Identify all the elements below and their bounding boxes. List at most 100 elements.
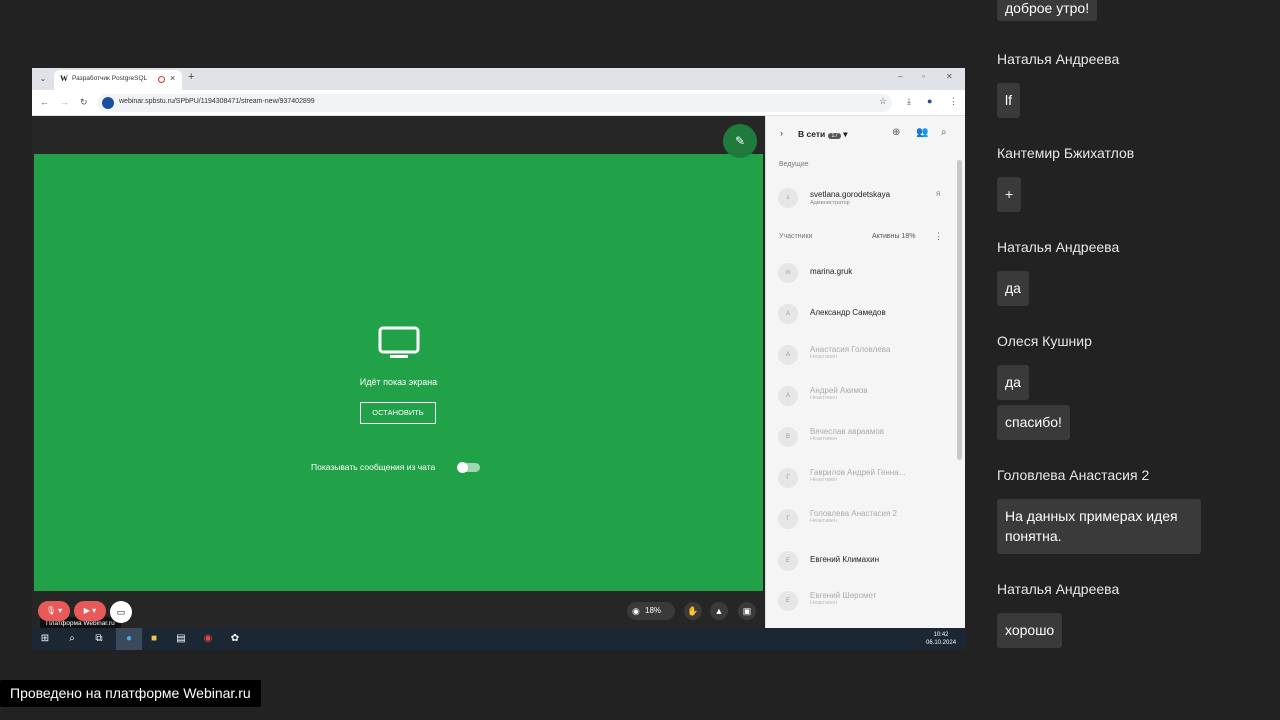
- participant-item[interactable]: А Александр Самедов: [778, 302, 948, 326]
- raise-hand-icon[interactable]: ✋: [684, 602, 702, 620]
- participant-status: Неактивен: [810, 436, 838, 442]
- chrome-icon[interactable]: ◉: [201, 632, 215, 646]
- webinar-favicon-icon: W: [60, 74, 68, 83]
- participant-item[interactable]: Г Головлева Анастасия 2 Неактивен: [778, 507, 948, 531]
- avatar: m: [778, 263, 798, 283]
- search-icon[interactable]: ⌕: [941, 127, 947, 138]
- tab-title: Разработчик PostgreSQL: [72, 75, 148, 82]
- participants-sidebar: › В сети 17 ▾ ⊕ 👥 ⌕ Ведущие s svetlana.go…: [765, 116, 965, 628]
- avatar: Г: [778, 509, 798, 529]
- clock-time: 10:42: [933, 632, 949, 638]
- reload-icon[interactable]: ↻: [80, 97, 88, 108]
- windows-taskbar: ⊞ ⌕ ⧉ ● ■ ▤ ◉ ✿ 10:42 06.10.2024: [32, 628, 965, 650]
- browser-tab-strip: ⌄ W Разработчик PostgreSQL × + – ▫ ✕: [32, 68, 965, 90]
- site-info-icon[interactable]: [102, 97, 114, 109]
- me-tag: Я: [936, 192, 941, 198]
- chat-panel: доброе утро! Наталья Андреева lf Кантеми…: [997, 0, 1280, 720]
- chat-author: Наталья Андреева: [997, 581, 1120, 597]
- avatar: s: [778, 188, 798, 208]
- participant-status: Неактивен: [810, 477, 838, 483]
- sidebar-scrollbar[interactable]: [957, 160, 962, 460]
- online-label: В сети: [798, 129, 826, 139]
- chat-author: Олеся Кушнир: [997, 333, 1092, 349]
- avatar: А: [778, 386, 798, 406]
- restore-icon[interactable]: ▫: [922, 72, 925, 81]
- back-icon[interactable]: ←: [40, 97, 49, 107]
- show-chat-toggle[interactable]: [457, 462, 480, 473]
- collapse-chevron-icon[interactable]: ›: [780, 128, 783, 138]
- chat-message: На данных примерах идея понятна.: [997, 499, 1201, 554]
- participant-item[interactable]: m marina.gruk: [778, 261, 948, 285]
- browser-tab[interactable]: W Разработчик PostgreSQL ×: [54, 70, 182, 90]
- window-close-icon[interactable]: ✕: [946, 72, 953, 81]
- taskbar-clock[interactable]: 10:42 06.10.2024: [926, 631, 956, 647]
- participant-item[interactable]: Е Евгений Шеромет Неактивен: [778, 589, 948, 613]
- address-bar[interactable]: webinar.spbstu.ru/SPbPU/1194308471/strea…: [98, 94, 892, 112]
- avatar: В: [778, 427, 798, 447]
- host-name: svetlana.gorodetskaya: [810, 190, 891, 199]
- monitor-icon: [378, 326, 420, 358]
- viewers-percent: 18%: [645, 606, 662, 615]
- host-item[interactable]: s svetlana.gorodetskaya Администратор Я: [778, 186, 948, 210]
- participant-name: Головлева Анастасия 2: [810, 509, 897, 518]
- profile-icon[interactable]: ●: [927, 96, 932, 106]
- participant-item[interactable]: А Андрей Акимов Неактивен: [778, 384, 948, 408]
- participant-name: Анастасия Головлева: [810, 345, 891, 354]
- viewers-indicator[interactable]: ◉ 18%: [627, 602, 675, 620]
- hosts-section-title: Ведущие: [779, 161, 809, 168]
- add-icon[interactable]: ⊕: [892, 127, 900, 138]
- camera-toggle[interactable]: ▶ ▾: [74, 601, 106, 621]
- bookmark-star-icon[interactable]: ☆: [879, 96, 887, 107]
- participants-menu-icon[interactable]: ⋮: [934, 231, 943, 242]
- participant-name: Андрей Акимов: [810, 386, 868, 395]
- microphone-toggle[interactable]: 🎙 ▾: [38, 601, 70, 621]
- participant-name: marina.gruk: [810, 267, 853, 276]
- webinar-stage: Идёт показ экрана ОСТАНОВИТЬ Показывать …: [32, 116, 765, 630]
- recording-icon: [158, 76, 165, 83]
- browser-menu-icon[interactable]: ⋮: [949, 96, 958, 107]
- edge-icon[interactable]: ●: [122, 632, 136, 646]
- participants-section-title: Участники: [779, 233, 813, 240]
- platform-footer: Проведено на платформе Webinar.ru: [0, 680, 261, 707]
- tab-search-icon[interactable]: ⌄: [36, 72, 50, 86]
- participant-item[interactable]: В Вячеслав авраамов Неактивен: [778, 425, 948, 449]
- avatar: Е: [778, 551, 798, 571]
- app-icon[interactable]: ✿: [228, 632, 242, 646]
- webinar-page: ⌄ W Разработчик PostgreSQL × + – ▫ ✕ ← →…: [0, 0, 1280, 720]
- windows-start-icon[interactable]: ⊞: [38, 632, 52, 646]
- participant-status: Неактивен: [810, 395, 838, 401]
- stop-sharing-button[interactable]: ОСТАНОВИТЬ: [360, 402, 436, 424]
- chat-message: lf: [997, 83, 1020, 118]
- picture-in-picture-icon[interactable]: ▣: [738, 602, 756, 620]
- tab-close-icon[interactable]: ×: [170, 73, 175, 83]
- mic-muted-icon[interactable]: ✎: [723, 124, 757, 158]
- file-explorer-icon[interactable]: ■: [147, 632, 161, 646]
- reactions-icon[interactable]: ▲: [710, 602, 728, 620]
- chat-message: спасибо!: [997, 405, 1070, 440]
- search-icon[interactable]: ⌕: [65, 632, 79, 646]
- participant-name: Евгений Климахин: [810, 555, 879, 564]
- online-count: 17: [828, 133, 841, 139]
- new-tab-icon[interactable]: +: [188, 71, 194, 83]
- chat-author: Кантемир Бжихатлов: [997, 145, 1135, 161]
- task-view-icon[interactable]: ⧉: [92, 632, 106, 646]
- participant-item[interactable]: Е Евгений Климахин: [778, 549, 948, 573]
- online-dropdown[interactable]: В сети 17 ▾: [798, 129, 848, 140]
- forward-icon[interactable]: →: [60, 97, 69, 107]
- chat-message: да: [997, 365, 1029, 400]
- participant-item[interactable]: А Анастасия Головлева Неактивен: [778, 343, 948, 367]
- download-icon[interactable]: ⤓: [907, 96, 911, 107]
- shared-screen: ⌄ W Разработчик PostgreSQL × + – ▫ ✕ ← →…: [32, 68, 965, 650]
- screen-share-button[interactable]: ▭: [110, 601, 132, 623]
- store-icon[interactable]: ▤: [174, 632, 188, 646]
- avatar: Г: [778, 468, 798, 488]
- chat-author: Наталья Андреева: [997, 239, 1120, 255]
- sidebar-header: › В сети 17 ▾ ⊕ 👥 ⌕: [766, 116, 965, 152]
- chat-author: Головлева Анастасия 2: [997, 467, 1150, 483]
- url-text: webinar.spbstu.ru/SPbPU/1194308471/strea…: [119, 98, 315, 105]
- clock-date: 06.10.2024: [926, 640, 957, 646]
- participant-item[interactable]: Г Гаврилов Андрей Генна... Неактивен: [778, 466, 948, 490]
- participant-name: Гаврилов Андрей Генна...: [810, 468, 906, 477]
- minimize-icon[interactable]: –: [898, 72, 902, 81]
- people-icon[interactable]: 👥: [916, 127, 928, 138]
